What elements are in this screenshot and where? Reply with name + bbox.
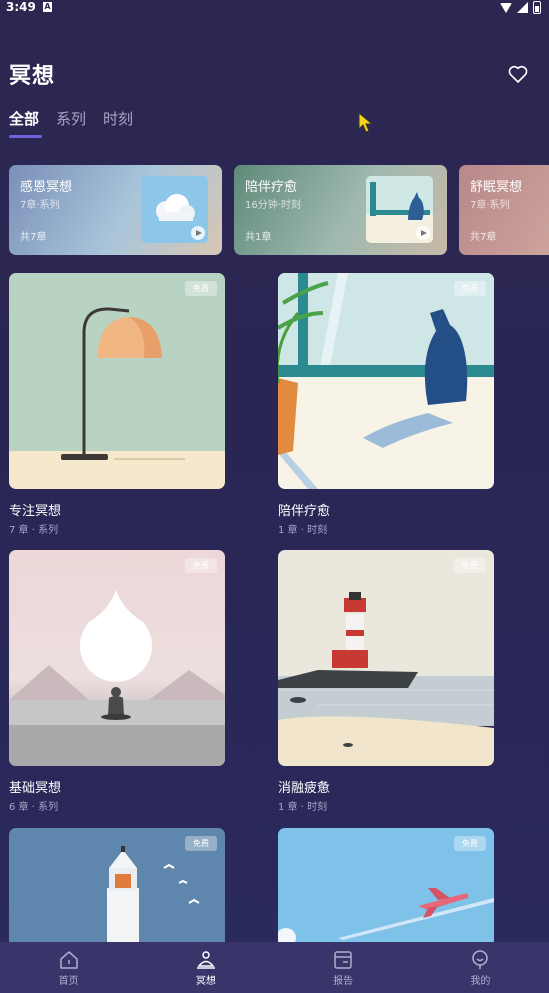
course-card[interactable]: 免费 — [9, 273, 225, 489]
series-carousel[interactable]: 感恩冥想 7章·系列 共7章 陪伴疗愈 16分钟·时刻 共1章 舒眠冥想 7章·… — [9, 165, 549, 255]
nav-home[interactable]: 首页 — [0, 942, 137, 993]
series-count: 共7章 — [470, 232, 497, 243]
signal-icon — [517, 2, 528, 13]
cat-illustration — [278, 273, 494, 489]
free-badge: 免费 — [185, 558, 217, 573]
free-badge: 免费 — [454, 281, 486, 296]
profile-icon — [472, 950, 489, 969]
status-time: 3:49 — [6, 0, 36, 14]
course-card[interactable]: 免费 — [278, 273, 494, 489]
card-title: 消融疲惫 — [278, 781, 331, 796]
category-tabs: 全部 系列 时刻 — [9, 108, 133, 138]
status-icons — [500, 1, 541, 14]
status-bar: 3:49 A — [0, 0, 549, 16]
play-icon[interactable] — [191, 226, 205, 240]
lighthouse-illustration — [278, 550, 494, 766]
series-thumbnail — [366, 176, 433, 243]
free-badge: 免费 — [454, 558, 486, 573]
series-subtitle: 7章·系列 — [20, 200, 60, 211]
wifi-icon — [500, 2, 512, 13]
nav-label: 我的 — [470, 976, 491, 987]
bottom-nav: 首页 冥想 报告 我的 — [0, 942, 549, 993]
nav-label: 冥想 — [195, 976, 216, 987]
series-subtitle: 16分钟·时刻 — [245, 200, 301, 211]
nav-meditation[interactable]: 冥想 — [137, 942, 274, 993]
series-count: 共7章 — [20, 232, 47, 243]
series-title: 陪伴疗愈 — [245, 180, 298, 195]
course-card[interactable]: 免费 — [278, 550, 494, 766]
meditation-illustration — [9, 550, 225, 766]
series-title: 舒眠冥想 — [470, 180, 523, 195]
nav-profile[interactable]: 我的 — [412, 942, 549, 993]
home-icon — [59, 951, 78, 969]
card-subtitle: 1 章 · 时刻 — [278, 525, 328, 536]
series-title: 感恩冥想 — [20, 180, 73, 195]
series-card[interactable]: 陪伴疗愈 16分钟·时刻 共1章 — [234, 165, 447, 255]
heart-icon[interactable] — [506, 62, 530, 86]
page-title: 冥想 — [9, 64, 56, 89]
lamp-illustration — [9, 273, 225, 489]
card-title: 陪伴疗愈 — [278, 504, 331, 519]
nav-report[interactable]: 报告 — [275, 942, 412, 993]
battery-icon — [533, 1, 541, 14]
series-card[interactable]: 感恩冥想 7章·系列 共7章 — [9, 165, 222, 255]
series-thumbnail — [141, 176, 208, 243]
card-title: 基础冥想 — [9, 781, 62, 796]
nav-label: 首页 — [58, 976, 79, 987]
play-icon[interactable] — [416, 226, 430, 240]
cursor-icon — [358, 112, 374, 133]
series-card[interactable]: 舒眠冥想 7章·系列 共7章 — [459, 165, 549, 255]
card-title: 专注冥想 — [9, 504, 62, 519]
meditation-icon — [196, 951, 215, 969]
card-subtitle: 1 章 · 时刻 — [278, 802, 328, 813]
free-badge: 免费 — [185, 836, 217, 851]
series-subtitle: 7章·系列 — [470, 200, 510, 211]
card-subtitle: 7 章 · 系列 — [9, 525, 59, 536]
course-card[interactable]: 免费 — [278, 828, 494, 942]
notification-icon: A — [43, 2, 52, 12]
course-card[interactable]: 免费 — [9, 550, 225, 766]
tab-all[interactable]: 全部 — [9, 108, 43, 138]
series-count: 共1章 — [245, 232, 272, 243]
report-icon — [334, 951, 352, 969]
nav-label: 报告 — [333, 976, 354, 987]
card-subtitle: 6 章 · 系列 — [9, 802, 59, 813]
free-badge: 免费 — [454, 836, 486, 851]
tab-moments[interactable]: 时刻 — [103, 108, 133, 129]
tab-series[interactable]: 系列 — [56, 108, 86, 129]
free-badge: 免费 — [185, 281, 217, 296]
course-card[interactable]: 免费 — [9, 828, 225, 942]
